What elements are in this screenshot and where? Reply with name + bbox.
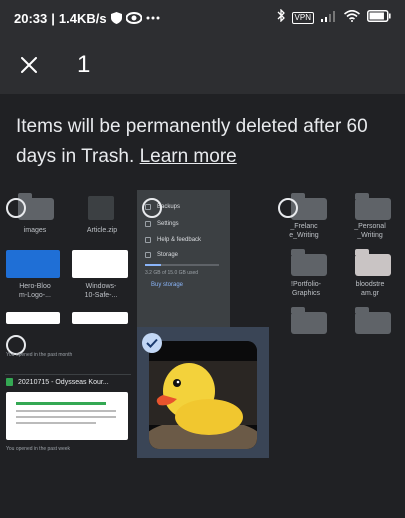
opened-past-week: You opened in the past week [6, 446, 71, 452]
document-thumbnail [6, 312, 60, 324]
folder-icon [355, 249, 391, 276]
drawer-item-storage[interactable]: Storage [157, 252, 178, 258]
grid-item-label: _Personal _Writing [354, 223, 386, 239]
eye-icon [125, 12, 142, 24]
folder-icon [355, 193, 391, 220]
storage-bar [145, 264, 219, 266]
image-thumbnail [6, 250, 60, 278]
grid-item-label: bloodstre am.gr [355, 281, 385, 297]
divider [5, 374, 131, 375]
close-selection-button[interactable] [1, 37, 57, 93]
help-icon [145, 237, 151, 243]
status-time: 20:33 [14, 10, 48, 26]
drawer-item-settings[interactable]: Settings [157, 221, 179, 227]
navigation-drawer: Backups Settings Help & feedback Storage… [137, 190, 230, 327]
selected-image-tile[interactable] [137, 327, 269, 458]
shield-icon [110, 12, 122, 24]
grid-item-label: images [23, 227, 47, 234]
selection-toolbar: 1 [0, 36, 405, 94]
sheets-icon [6, 378, 13, 386]
grid-item-label: Windows- 10-Safe-... [84, 283, 118, 299]
storage-used: 3.2 GB of 15.0 GB used [145, 270, 199, 276]
grid-item-label: Article.zip [86, 227, 118, 234]
buy-storage-button[interactable]: Buy storage [151, 282, 183, 288]
wifi-icon [343, 9, 361, 27]
grid-item-label: _Frelanc e_Writing [289, 223, 319, 239]
selected-check[interactable] [142, 333, 162, 353]
selected-count: 1 [77, 51, 91, 78]
select-circle[interactable] [278, 198, 298, 218]
drawer-item-help[interactable]: Help & feedback [157, 237, 201, 243]
sheet-thumbnail [6, 392, 128, 440]
document-thumbnail [72, 312, 128, 324]
status-divider: | [51, 10, 55, 26]
gear-icon [145, 221, 151, 227]
folder-icon [291, 249, 327, 276]
cloud-icon [145, 252, 151, 258]
bluetooth-icon [277, 8, 285, 27]
more-icon [146, 16, 160, 20]
network-speed: 1.4KB/s [58, 10, 107, 26]
folder-icon [291, 307, 327, 334]
battery-icon [367, 9, 391, 27]
select-circle[interactable] [142, 198, 162, 218]
grid-item-label: !Portfolio- Graphics [291, 281, 321, 297]
grid-item-label: Hero-Bloo m-Logo-... [19, 283, 51, 299]
close-icon [21, 57, 37, 73]
signal-icon [321, 9, 337, 27]
select-circle[interactable] [6, 198, 26, 218]
check-icon [146, 338, 158, 348]
opened-past-month: You opened in the past month [6, 352, 73, 358]
status-bar: 20:33 | 1.4KB/s VPN [0, 0, 405, 36]
trash-notice: Items will be permanently deleted after … [16, 112, 386, 172]
duck-image [149, 341, 257, 449]
zip-file-icon [88, 196, 114, 220]
folder-icon [355, 307, 391, 334]
document-thumbnail [72, 250, 128, 278]
vpn-icon: VPN [291, 12, 314, 24]
learn-more-link[interactable]: Learn more [140, 146, 237, 167]
file-title: 20210715 - Odysseas Kour... [18, 379, 109, 386]
